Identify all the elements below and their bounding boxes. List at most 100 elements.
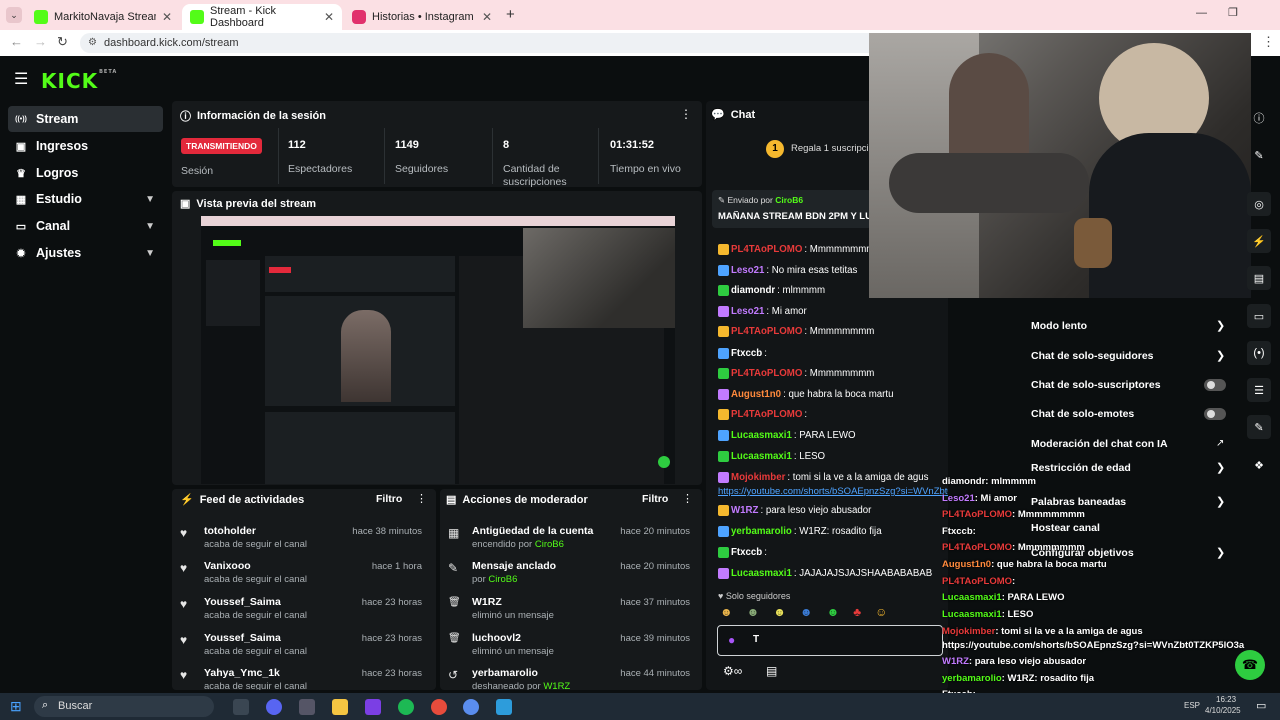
tab-markito[interactable]: MarkitoNavaja Stream - Watch ✕	[26, 4, 180, 30]
chat-username[interactable]: Leso21	[731, 265, 764, 276]
sidebar-item-canal[interactable]: ▭ Canal ▼	[8, 213, 163, 239]
sidebar-item-ajustes[interactable]: ✹ Ajustes ▼	[8, 240, 163, 266]
action-title[interactable]: W1RZ	[472, 596, 502, 608]
forward-icon[interactable]: →	[34, 34, 47, 49]
close-tab-icon[interactable]: ✕	[162, 10, 172, 24]
chrome-icon[interactable]	[431, 699, 447, 715]
chat-username[interactable]: diamondr	[731, 285, 775, 296]
language-indicator[interactable]: ESP	[1184, 701, 1200, 710]
chat-username[interactable]: Lucaasmaxi1	[731, 568, 792, 579]
chat-username[interactable]: Ftxccb	[731, 547, 762, 558]
chevron-right-icon[interactable]: ❯	[1216, 495, 1225, 508]
external-link-icon[interactable]: ↗	[1216, 438, 1224, 449]
sidebar-item-estudio[interactable]: ▦ Estudio ▼	[8, 186, 163, 212]
chat-username[interactable]: Leso21	[731, 306, 764, 317]
setting-chat-de-solo-seguidores[interactable]: Chat de solo-seguidores	[1031, 350, 1154, 362]
tab-instagram[interactable]: Historias • Instagram ✕	[344, 4, 500, 30]
hamburger-menu-icon[interactable]: ☰	[14, 69, 28, 89]
follower-name[interactable]: Youssef_Saima	[204, 632, 281, 644]
chat-username[interactable]: PL4TAoPLOMO	[731, 326, 802, 337]
store-icon[interactable]: ▤	[766, 664, 777, 678]
pinned-message[interactable]: ✎ Enviado por CiroB6 MAÑANA STREAM BDN 2…	[712, 190, 872, 228]
kick-logo[interactable]: KICKBETA	[41, 69, 117, 93]
app-icon[interactable]	[463, 699, 479, 715]
chat-icon[interactable]: ▭	[1247, 304, 1271, 328]
emote-icon[interactable]: ☻	[720, 605, 733, 623]
more-options-icon[interactable]: ⋮	[416, 492, 427, 505]
camera-icon[interactable]: ◎	[1247, 192, 1271, 216]
discord-icon[interactable]	[266, 699, 282, 715]
chat-link[interactable]: https://youtube.com/shorts/bSOAEpnzSzg?s…	[718, 486, 948, 497]
chat-input[interactable]: ● T	[717, 625, 943, 656]
emote-picker-icon[interactable]: ❖	[1247, 453, 1271, 477]
chat-username[interactable]: W1RZ	[731, 505, 758, 516]
lightning-icon[interactable]: ⚡	[1247, 229, 1271, 253]
follower-name[interactable]: Yahya_Ymc_1k	[204, 667, 280, 679]
site-info-icon[interactable]: ⚙	[88, 33, 97, 53]
chevron-right-icon[interactable]: ❯	[1216, 349, 1225, 362]
setting-chat-de-solo-suscriptores[interactable]: Chat de solo-suscriptores	[1031, 379, 1161, 391]
back-icon[interactable]: ←	[10, 34, 23, 49]
mod-filter-button[interactable]: Filtro	[642, 493, 668, 505]
moderator-name[interactable]: CiroB6	[535, 539, 564, 550]
edit-icon[interactable]: ✎	[1247, 143, 1271, 167]
minimize-icon[interactable]: —	[1196, 7, 1207, 19]
setting-chat-de-solo-emotes[interactable]: Chat de solo-emotes	[1031, 408, 1134, 420]
chevron-right-icon[interactable]: ❯	[1216, 546, 1225, 559]
broadcast-icon[interactable]: (•)	[1247, 341, 1271, 365]
pinned-user[interactable]: CiroB6	[775, 195, 803, 205]
stream-preview-video[interactable]	[201, 216, 675, 484]
more-options-icon[interactable]: ⋮	[680, 107, 692, 121]
info-icon[interactable]: ⓘ	[1247, 106, 1271, 130]
wrench-icon[interactable]: ✎	[1247, 415, 1271, 439]
follower-name[interactable]: Vanixooo	[204, 560, 251, 572]
emote-icon[interactable]: ☺	[875, 605, 887, 623]
close-tab-icon[interactable]: ✕	[324, 10, 334, 24]
maximize-icon[interactable]: ❐	[1228, 6, 1238, 19]
browser-menu-icon[interactable]: ⋮	[1262, 34, 1275, 50]
more-options-icon[interactable]: ⋮	[682, 492, 693, 505]
microphone-icon[interactable]: ●	[728, 633, 735, 647]
setting-moderaci-n-del-chat-con-ia[interactable]: Moderación del chat con IA	[1031, 438, 1168, 450]
chat-username[interactable]: Lucaasmaxi1	[731, 430, 792, 441]
chevron-right-icon[interactable]: ❯	[1216, 461, 1225, 474]
setting-restricci-n-de-edad[interactable]: Restricción de edad	[1031, 462, 1131, 474]
reload-icon[interactable]: ↻	[57, 34, 68, 50]
gift-sub-button[interactable]: Regala 1 suscripción	[791, 143, 879, 154]
follower-name[interactable]: totoholder	[204, 525, 256, 537]
setting-modo-lento[interactable]: Modo lento	[1031, 320, 1087, 332]
new-tab-icon[interactable]: +	[506, 6, 515, 23]
emote-icon[interactable]: ☻	[773, 605, 786, 623]
app-icon[interactable]	[365, 699, 381, 715]
emote-icon[interactable]: ☻	[747, 605, 760, 623]
layout-icon[interactable]: ☰	[1247, 378, 1271, 402]
notifications-icon[interactable]: ▭	[1256, 699, 1266, 712]
chat-username[interactable]: PL4TAoPLOMO	[731, 244, 802, 255]
follower-name[interactable]: Youssef_Saima	[204, 596, 281, 608]
toggle-switch[interactable]	[1204, 408, 1226, 420]
close-tab-icon[interactable]: ✕	[482, 10, 492, 24]
folder-icon[interactable]	[332, 699, 348, 715]
obs-icon[interactable]	[299, 699, 315, 715]
clock-time[interactable]: 16:23	[1216, 695, 1236, 704]
chat-tools-icon[interactable]: ⚙∞	[723, 664, 742, 678]
toggle-switch[interactable]	[1204, 379, 1226, 391]
chat-username[interactable]: Ftxccb	[731, 348, 762, 359]
sidebar-item-stream[interactable]: ((•)) Stream	[8, 106, 163, 132]
url-input[interactable]: ⚙ dashboard.kick.com/stream	[80, 33, 880, 53]
action-title[interactable]: luchoovl2	[472, 632, 521, 644]
support-chat-icon[interactable]: ☎	[1235, 650, 1265, 680]
windows-start-icon[interactable]: ⊞	[10, 698, 22, 715]
chevron-right-icon[interactable]: ❯	[1216, 319, 1225, 332]
emote-icon[interactable]: ☻	[800, 605, 813, 623]
clock-date[interactable]: 4/10/2025	[1205, 706, 1241, 715]
spotify-icon[interactable]	[398, 699, 414, 715]
chat-username[interactable]: August1n0	[731, 389, 781, 400]
emote-icon[interactable]: ☻	[827, 605, 840, 623]
taskbar-search[interactable]: ⌕ Buscar	[34, 696, 214, 717]
setting-hostear-canal[interactable]: Hostear canal	[1031, 522, 1100, 534]
moderator-name[interactable]: CiroB6	[488, 574, 517, 585]
app-icon[interactable]	[496, 699, 512, 715]
chat-username[interactable]: PL4TAoPLOMO	[731, 409, 802, 420]
chat-username[interactable]: Lucaasmaxi1	[731, 451, 792, 462]
